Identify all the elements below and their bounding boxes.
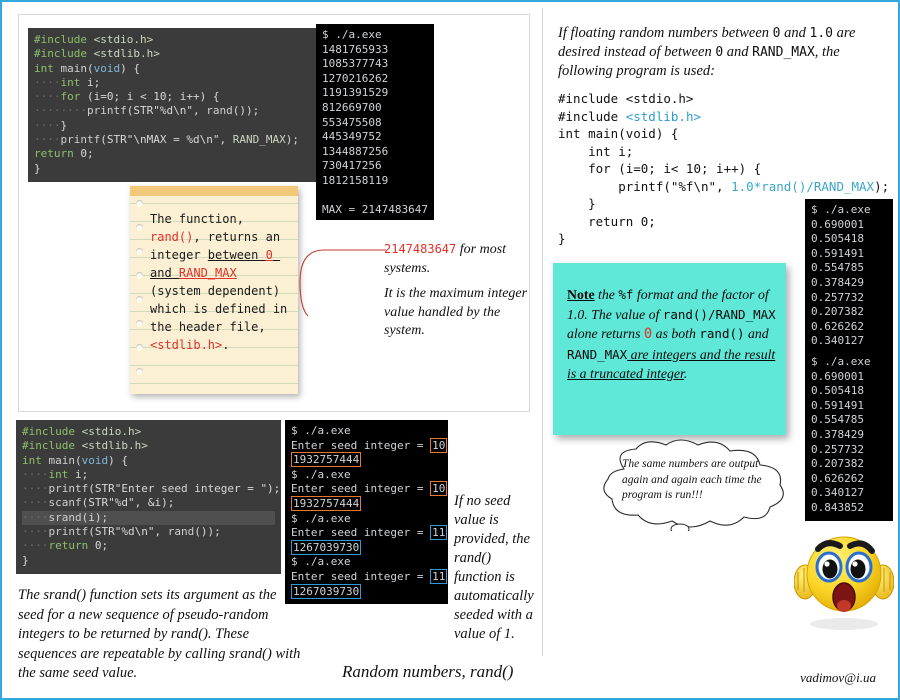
code-block-rand-demo: #include <stdio.h> #include <stdlib.h> i… bbox=[28, 28, 318, 182]
callout-max-value: 2147483647 for most systems. It is the m… bbox=[384, 240, 534, 341]
sticky-note-text: The function, rand(), returns an integer… bbox=[150, 210, 292, 354]
shocked-face-icon bbox=[794, 522, 894, 634]
slide-footer-title: Random numbers, rand() bbox=[342, 662, 513, 682]
thought-bubble-text: The same numbers are output again and ag… bbox=[622, 457, 780, 504]
callout-leader-line bbox=[294, 242, 390, 322]
callout-line-2: It is the maximum integer value handled … bbox=[384, 285, 534, 341]
slide-footer-email: vadimov@i.ua bbox=[800, 670, 876, 686]
code-block-srand-demo: #include <stdio.h> #include <stdlib.h> i… bbox=[16, 420, 281, 574]
cyan-note-format-warning: Note the %f format and the factor of 1.0… bbox=[553, 263, 786, 435]
terminal-srand-output: $ ./a.exe Enter seed integer = 10 193275… bbox=[285, 420, 448, 604]
panel-divider bbox=[542, 8, 543, 656]
callout-number: 2147483647 bbox=[384, 242, 456, 256]
intro-paragraph: If floating random numbers between 0 and… bbox=[558, 24, 888, 81]
callout-line-1: 2147483647 for most systems. bbox=[384, 240, 534, 278]
terminal-float-output-first-run: $ ./a.exe 0.690001 0.505418 0.591491 0.5… bbox=[805, 199, 893, 369]
srand-explanation-paragraph: The srand() function sets its argument a… bbox=[18, 586, 302, 684]
thought-bubble: The same numbers are output again and ag… bbox=[594, 439, 798, 531]
terminal-float-output-second-run: $ ./a.exe 0.690001 0.505418 0.591491 0.5… bbox=[805, 351, 893, 521]
sticky-note-holes bbox=[136, 200, 144, 386]
cyan-note-text: Note the %f format and the factor of 1.0… bbox=[567, 285, 776, 384]
sticky-note-rand-description: The function, rand(), returns an integer… bbox=[130, 186, 298, 394]
no-seed-paragraph: If no seed value is provided, the rand()… bbox=[454, 492, 540, 644]
slide-canvas: #include <stdio.h> #include <stdlib.h> i… bbox=[0, 0, 900, 700]
terminal-rand-output: $ ./a.exe 1481765933 1085377743 12702162… bbox=[316, 24, 434, 220]
